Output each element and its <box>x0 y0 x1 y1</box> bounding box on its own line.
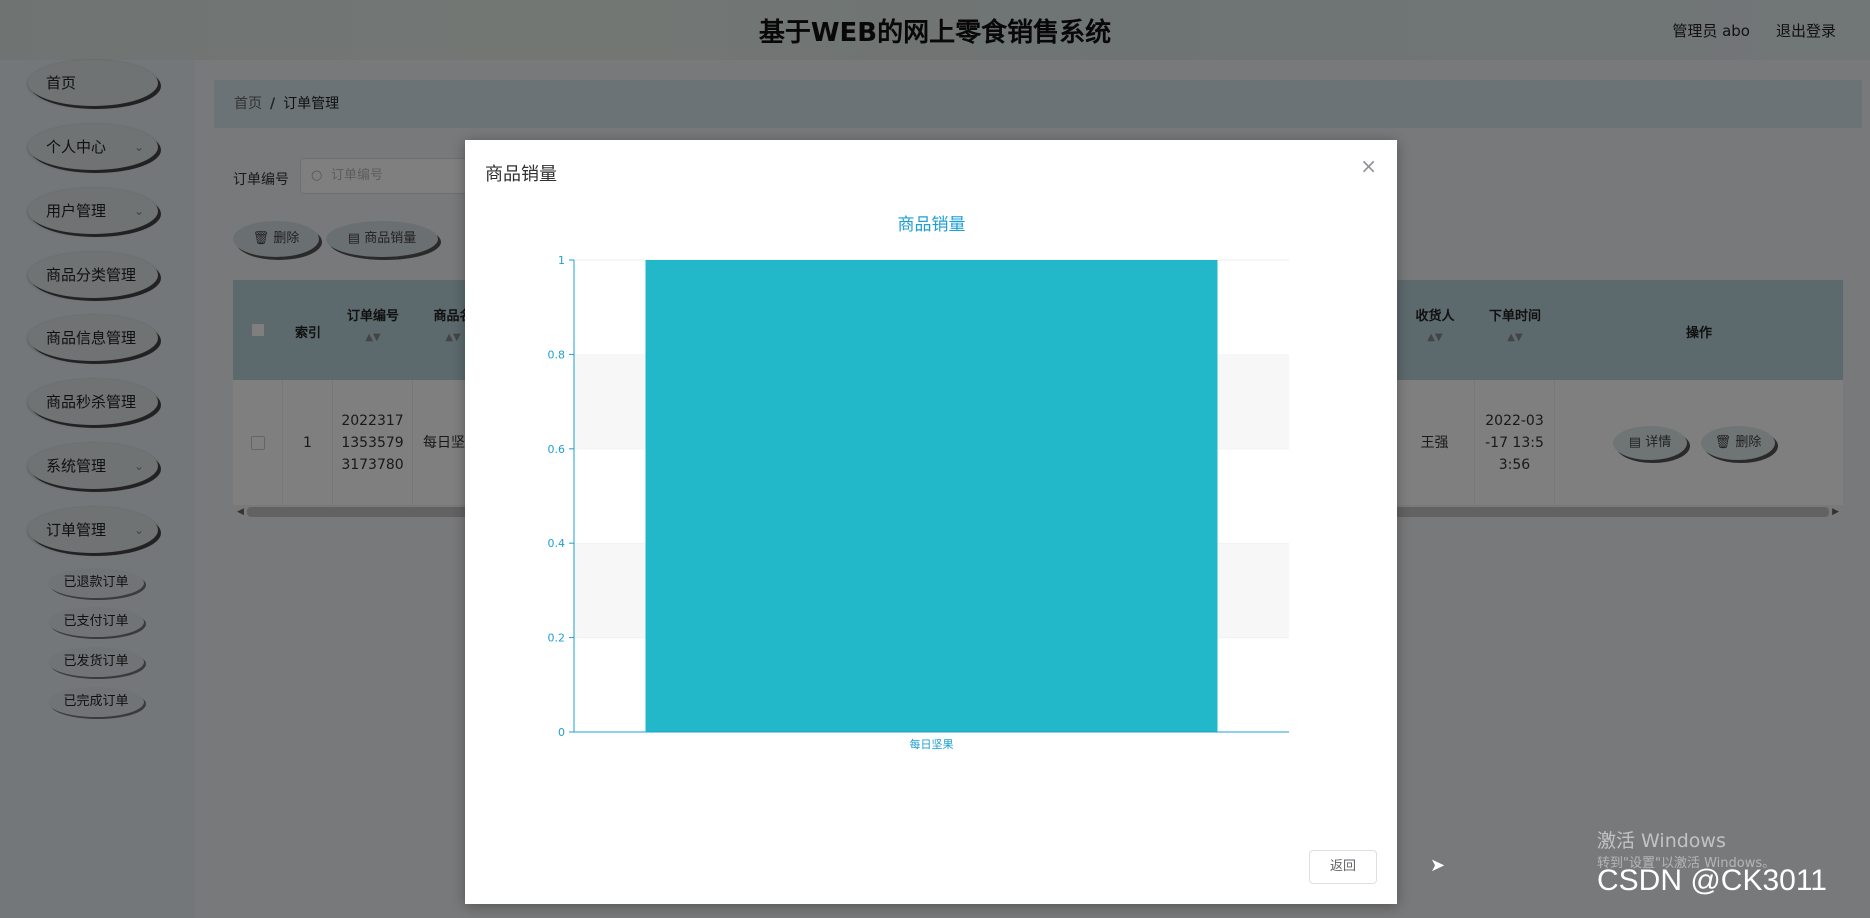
back-button[interactable]: 返回 <box>1309 850 1377 884</box>
y-tick-label: 0.2 <box>548 632 566 645</box>
csdn-watermark: CSDN @CK3011 <box>1597 864 1827 897</box>
sales-dialog: 商品销量 × 商品销量每日坚果 0 0.2 0.4 0.6 0.8 1 返回 <box>465 140 1397 904</box>
y-tick-label: 0.4 <box>548 537 566 550</box>
y-tick-label: 0.8 <box>548 348 566 361</box>
windows-activation-title: 激活 Windows <box>1597 830 1726 852</box>
chart-title: 商品销量 <box>898 215 966 235</box>
y-tick-label: 0.6 <box>548 443 566 456</box>
bar <box>645 260 1218 732</box>
dialog-title: 商品销量 <box>485 164 557 185</box>
y-tick-label: 1 <box>558 254 565 267</box>
mouse-cursor-icon: ➤ <box>1430 855 1446 876</box>
sales-bar-chart: 商品销量每日坚果 0 0.2 0.4 0.6 0.8 1 <box>548 215 1289 751</box>
x-tick-label: 每日坚果 <box>910 737 954 751</box>
y-tick-label: 0 <box>558 726 565 739</box>
close-icon[interactable]: × <box>1360 154 1377 178</box>
